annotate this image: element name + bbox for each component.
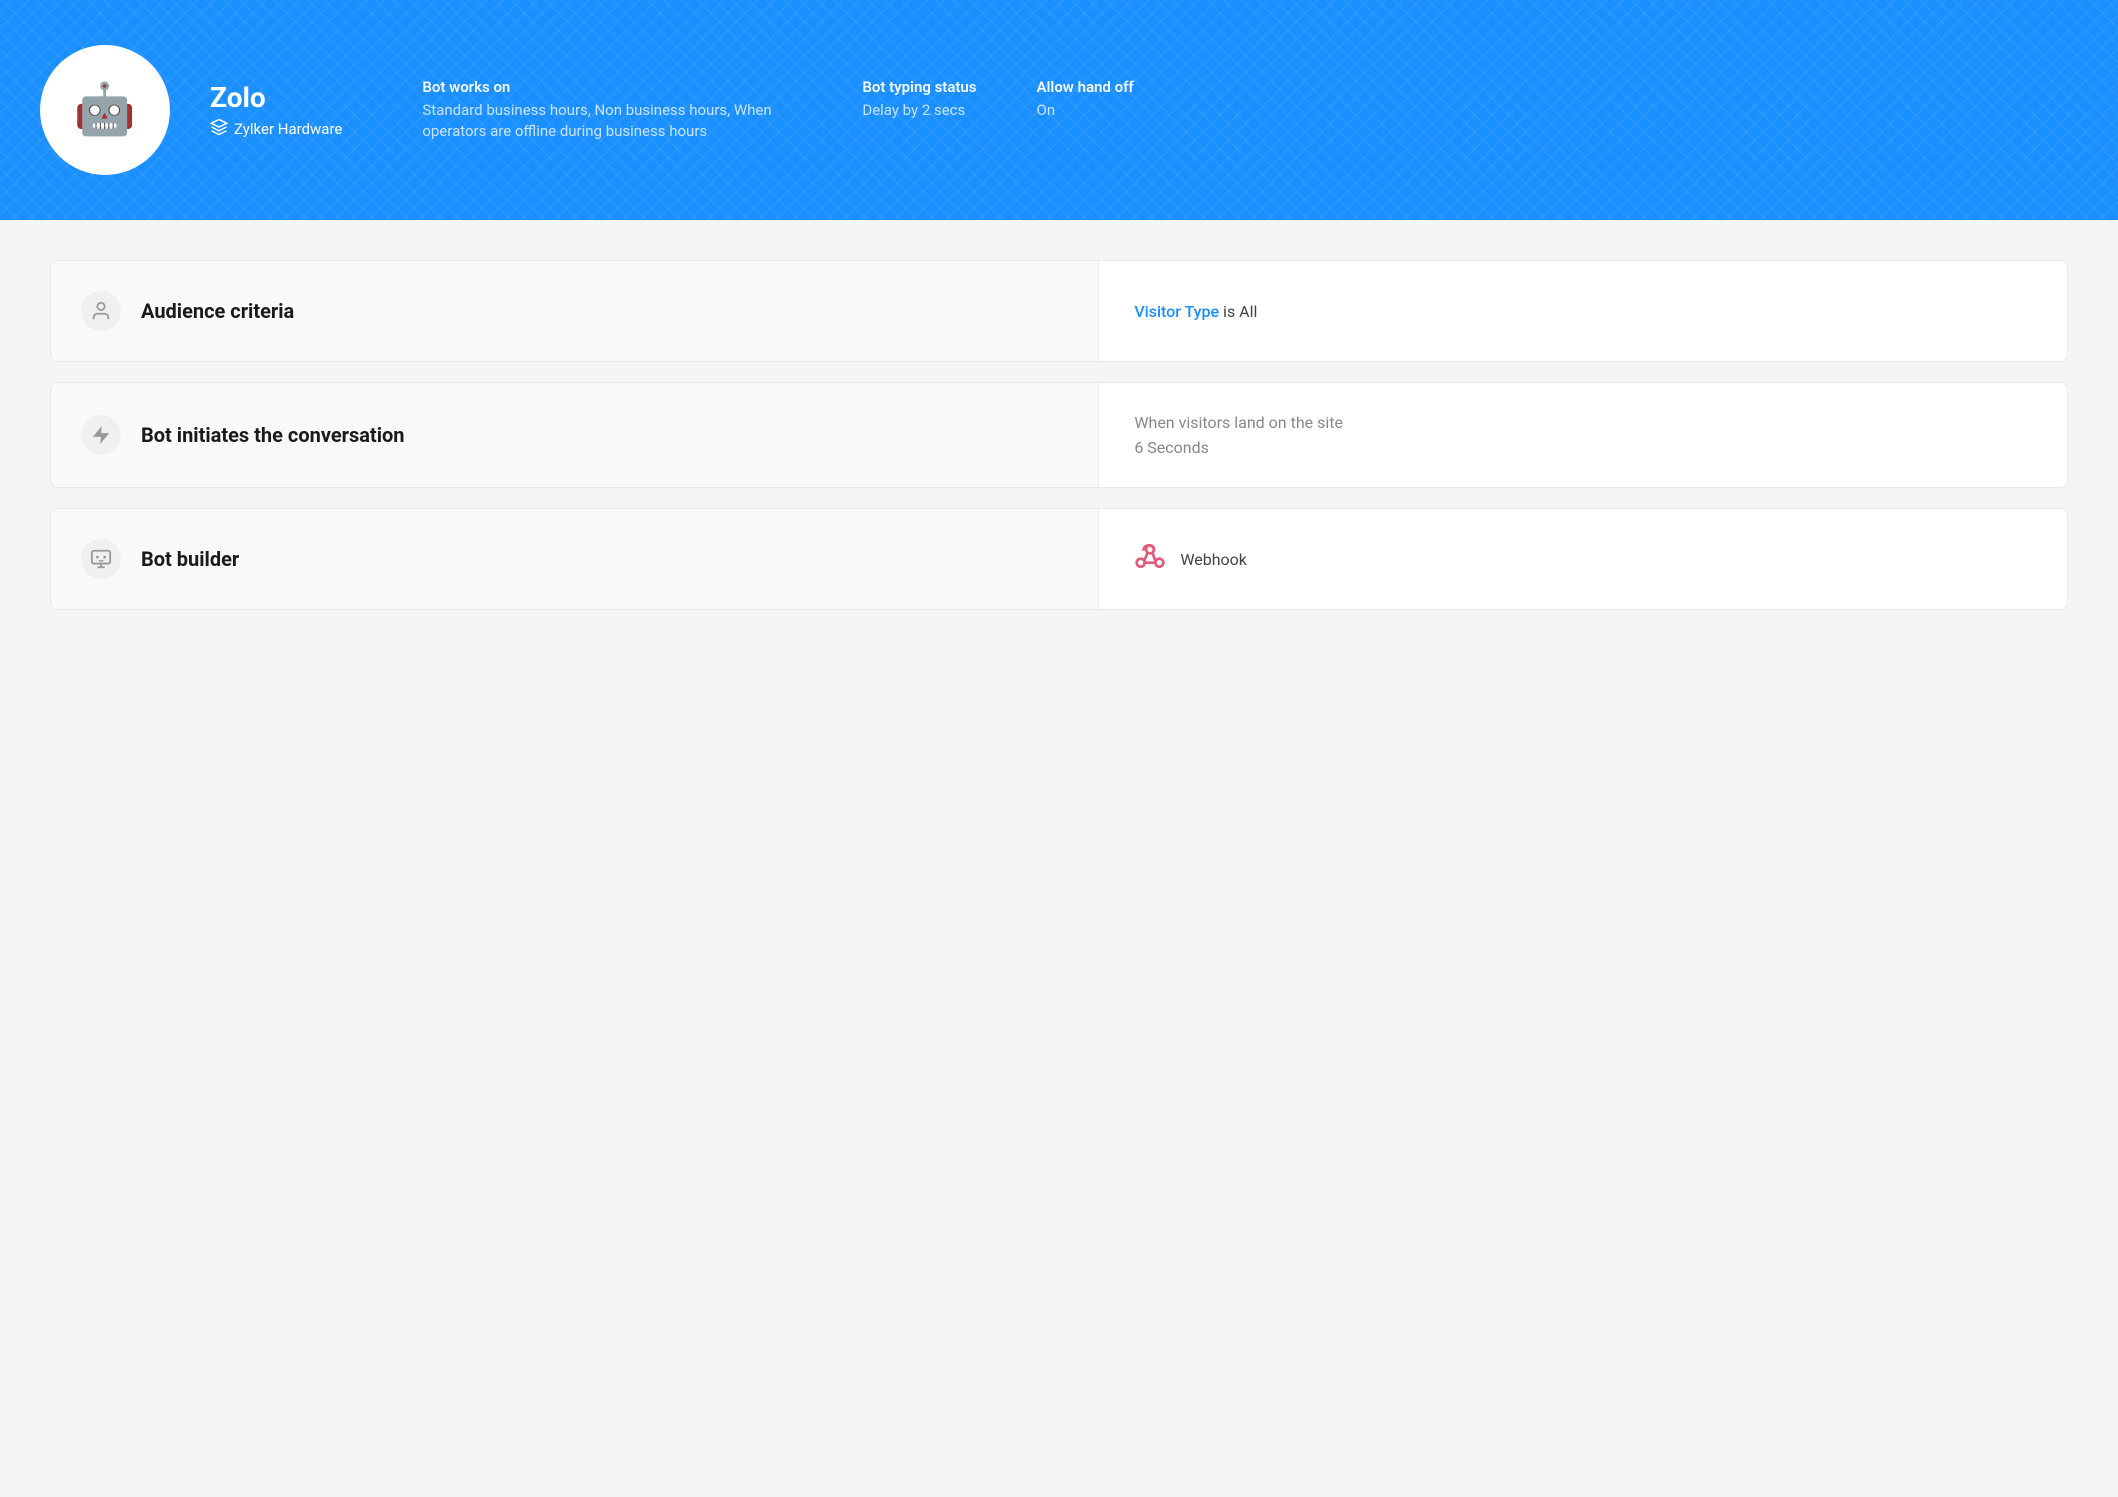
- bot-typing-status-item: Bot typing status Delay by 2 secs: [862, 78, 976, 142]
- bot-works-on-label: Bot works on: [422, 78, 802, 96]
- webhook-row: Webhook: [1134, 540, 1247, 579]
- bot-builder-card: Bot builder Webhook: [50, 508, 2068, 610]
- visitor-type-value: is All: [1219, 302, 1257, 321]
- trigger-line1: When visitors land on the site: [1134, 413, 1343, 432]
- bot-works-on-item: Bot works on Standard business hours, No…: [422, 78, 802, 142]
- bot-initiates-right: When visitors land on the site 6 Seconds: [1099, 383, 2067, 487]
- audience-criteria-left: Audience criteria: [51, 261, 1099, 361]
- bot-avatar: 🤖: [40, 45, 170, 175]
- header: 🤖 Zolo Zylker Hardware Bot works on Stan…: [0, 0, 2118, 220]
- webhook-label: Webhook: [1180, 550, 1247, 569]
- person-icon: [81, 291, 121, 331]
- visitor-type-link[interactable]: Visitor Type: [1134, 302, 1219, 321]
- bot-org-name: Zylker Hardware: [234, 120, 342, 138]
- trigger-line2: 6 Seconds: [1134, 438, 1343, 457]
- bot-initiates-title: Bot initiates the conversation: [141, 423, 405, 447]
- layers-icon: [210, 118, 228, 140]
- bot-org: Zylker Hardware: [210, 118, 342, 140]
- bot-initiates-details: When visitors land on the site 6 Seconds: [1134, 413, 1343, 457]
- bot-name: Zolo: [210, 81, 342, 114]
- bot-initiates-left: Bot initiates the conversation: [51, 383, 1099, 487]
- bot-builder-left: Bot builder: [51, 509, 1099, 609]
- main-content: Audience criteria Visitor Type is All Bo…: [0, 220, 2118, 650]
- bot-info: Zolo Zylker Hardware: [210, 81, 342, 140]
- bot-typing-status-value: Delay by 2 secs: [862, 100, 976, 121]
- allow-hand-off-item: Allow hand off On: [1037, 78, 1134, 142]
- bot-works-on-value: Standard business hours, Non business ho…: [422, 100, 802, 142]
- bot-typing-status-label: Bot typing status: [862, 78, 976, 96]
- allow-hand-off-value: On: [1037, 100, 1134, 121]
- bot-meta: Bot works on Standard business hours, No…: [422, 78, 1133, 142]
- bot-avatar-icon: 🤖: [74, 81, 136, 139]
- visitor-type-row: Visitor Type is All: [1134, 302, 1257, 321]
- bot-builder-icon: [81, 539, 121, 579]
- audience-criteria-card: Audience criteria Visitor Type is All: [50, 260, 2068, 362]
- bolt-icon: [81, 415, 121, 455]
- bot-builder-right: Webhook: [1099, 509, 2067, 609]
- allow-hand-off-label: Allow hand off: [1037, 78, 1134, 96]
- bot-initiates-card: Bot initiates the conversation When visi…: [50, 382, 2068, 488]
- audience-criteria-right: Visitor Type is All: [1099, 261, 2067, 361]
- webhook-icon: [1134, 540, 1166, 579]
- audience-criteria-title: Audience criteria: [141, 299, 294, 323]
- bot-builder-title: Bot builder: [141, 547, 239, 571]
